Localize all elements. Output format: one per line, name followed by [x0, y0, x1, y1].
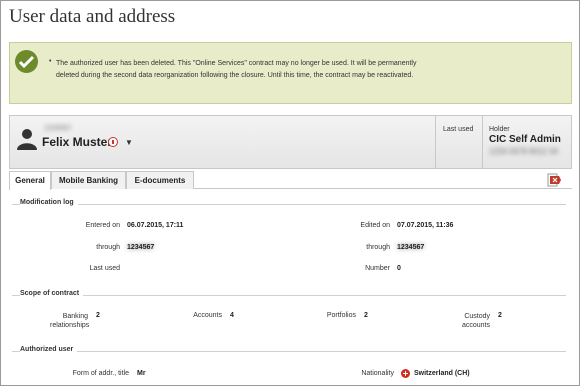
holder-name: CIC Self Admin — [489, 134, 561, 145]
user-card: 1234567 Felix Muster ▼ Last used Holder … — [9, 115, 572, 169]
through-value: 1234567 — [127, 244, 155, 251]
chevron-down-icon[interactable]: ▼ — [125, 138, 133, 147]
nationality-label: Nationality — [361, 370, 394, 377]
section-divider — [12, 351, 566, 352]
custody-accounts-label: Custody accounts — [461, 313, 490, 329]
last-used-label: Last used — [443, 126, 474, 133]
status-badge-icon — [108, 137, 118, 147]
holder-label: Holder — [489, 126, 510, 133]
tab-general[interactable]: General — [9, 171, 51, 190]
nationality-value: Switzerland (CH) — [414, 370, 470, 377]
form-of-address-label: Form of addr., title — [72, 370, 129, 377]
tab-bar: General Mobile Banking E-documents — [9, 171, 572, 190]
check-circle-icon — [15, 50, 38, 73]
entered-on-value: 06.07.2015, 17:11 — [127, 222, 184, 229]
number-value: 0 — [397, 265, 401, 272]
custody-accounts-value: 2 — [498, 312, 502, 319]
holder-id: 1234 5678 9012 34 — [489, 147, 558, 156]
user-id: 1234567 — [44, 125, 72, 132]
edited-on-value: 07.07.2015, 11:36 — [397, 222, 454, 229]
form-of-address-value: Mr — [137, 370, 146, 377]
through-label-right: through — [366, 244, 390, 251]
section-divider — [12, 204, 566, 205]
divider — [435, 116, 436, 168]
number-label: Number — [365, 265, 390, 272]
person-icon — [17, 129, 37, 150]
section-title-modification-log: Modification log — [20, 199, 78, 206]
portfolios-value: 2 — [364, 312, 368, 319]
edited-on-label: Edited on — [360, 222, 390, 229]
section-title-authorized-user: Authorized user — [20, 346, 78, 353]
pdf-export-icon[interactable] — [544, 173, 564, 187]
swiss-flag-icon — [401, 369, 410, 378]
section-title-scope: Scope of contract — [20, 290, 84, 297]
page-title: User data and address — [9, 6, 176, 27]
banking-relationships-label: Banking relationships — [50, 313, 90, 329]
tab-mobile-banking[interactable]: Mobile Banking — [51, 171, 126, 189]
section-divider — [12, 295, 566, 296]
notice-box: • The authorized user has been deleted. … — [9, 42, 572, 104]
banking-relationships-value: 2 — [96, 312, 100, 319]
through-value-right: 1234567 — [397, 244, 425, 251]
last-used-log-label: Last used — [89, 265, 120, 272]
divider — [482, 116, 483, 168]
entered-on-label: Entered on — [85, 222, 120, 229]
bullet-icon: • — [49, 58, 52, 65]
user-name[interactable]: Felix Muster — [42, 135, 112, 149]
notice-message: The authorized user has been deleted. Th… — [56, 60, 417, 79]
through-label: through — [96, 244, 120, 251]
portfolios-label: Portfolios — [326, 312, 356, 319]
accounts-label: Accounts — [193, 312, 222, 319]
accounts-value: 4 — [230, 312, 234, 319]
tab-e-documents[interactable]: E-documents — [126, 171, 194, 189]
